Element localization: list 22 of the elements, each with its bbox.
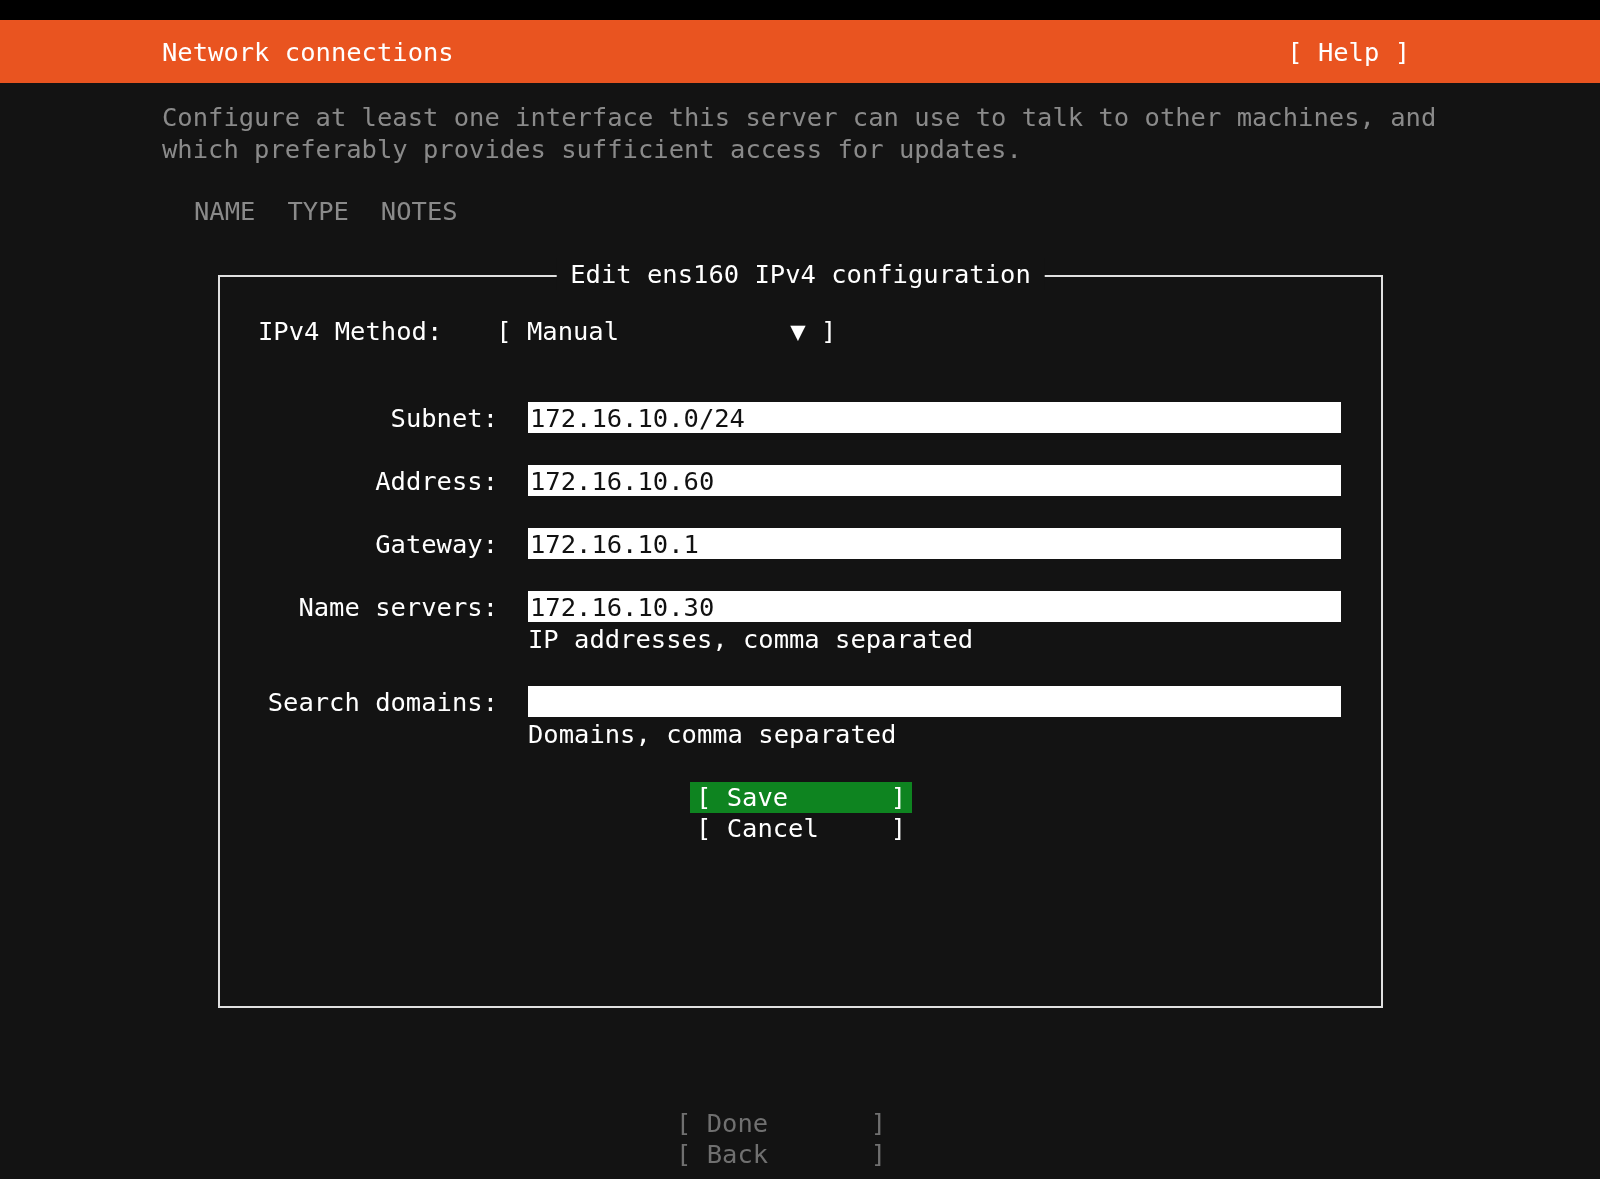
dialog-button[interactable]: [ Save ] [690,782,912,813]
field-label: Subnet: [389,402,498,434]
dialog-button[interactable]: [ Cancel ] [690,813,912,844]
column-header: TYPE [287,195,349,227]
field-hint: Domains, comma separated [528,718,898,750]
screen-title: Network connections [162,35,454,68]
field-label: Search domains: [266,686,498,718]
field-label: Name servers: [297,591,498,623]
input-field[interactable]: 172.16.10.0/24 [528,402,1341,433]
input-field[interactable]: 172.16.10.60 [528,465,1341,496]
input-field[interactable]: 172.16.10.30 [528,591,1341,622]
method-dropdown[interactable]: [ Manual ▼ ] [496,315,837,347]
column-header: NOTES [380,195,458,227]
field-label: Address: [374,465,498,497]
input-field[interactable] [528,686,1341,717]
input-field[interactable]: 172.16.10.1 [528,528,1341,559]
field-label: IPv4 Method: [258,315,443,347]
help-button[interactable]: [ Help ] [1287,35,1410,68]
field-label: Gateway: [374,528,498,560]
column-header: NAME [194,195,256,227]
field-hint: IP addresses, comma separated [528,623,975,655]
description-text: Configure at least one interface this server can use to talk to other machines, and which preferably provides sufficient access for updates. [161,101,1438,165]
